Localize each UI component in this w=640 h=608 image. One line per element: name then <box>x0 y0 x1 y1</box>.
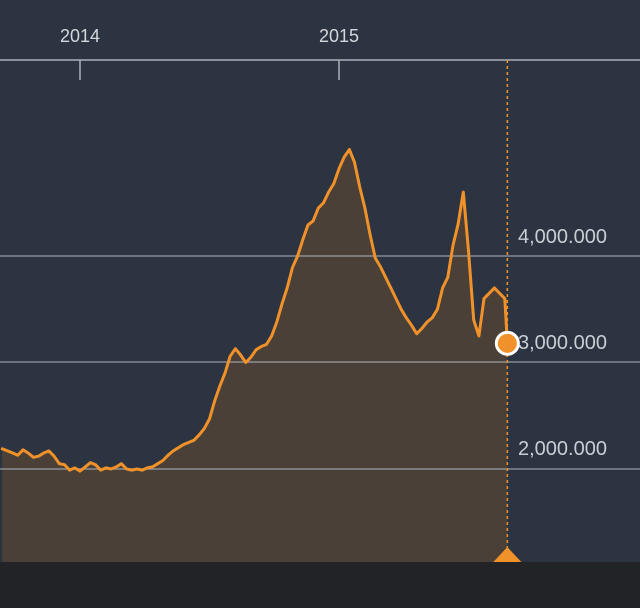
cursor-point[interactable] <box>494 330 520 356</box>
year-label-2015: 2015 <box>319 26 359 46</box>
ytick-label-4000: 4,000.000 <box>518 226 607 248</box>
price-chart: 2014 2015 2,000.000 3,000.000 4,000.000 <box>0 0 640 608</box>
ytick-label-2000: 2,000.000 <box>518 438 607 460</box>
ytick-label-3000: 3,000.000 <box>518 332 607 354</box>
year-label-2014: 2014 <box>60 26 100 46</box>
bottom-bar <box>0 562 640 608</box>
